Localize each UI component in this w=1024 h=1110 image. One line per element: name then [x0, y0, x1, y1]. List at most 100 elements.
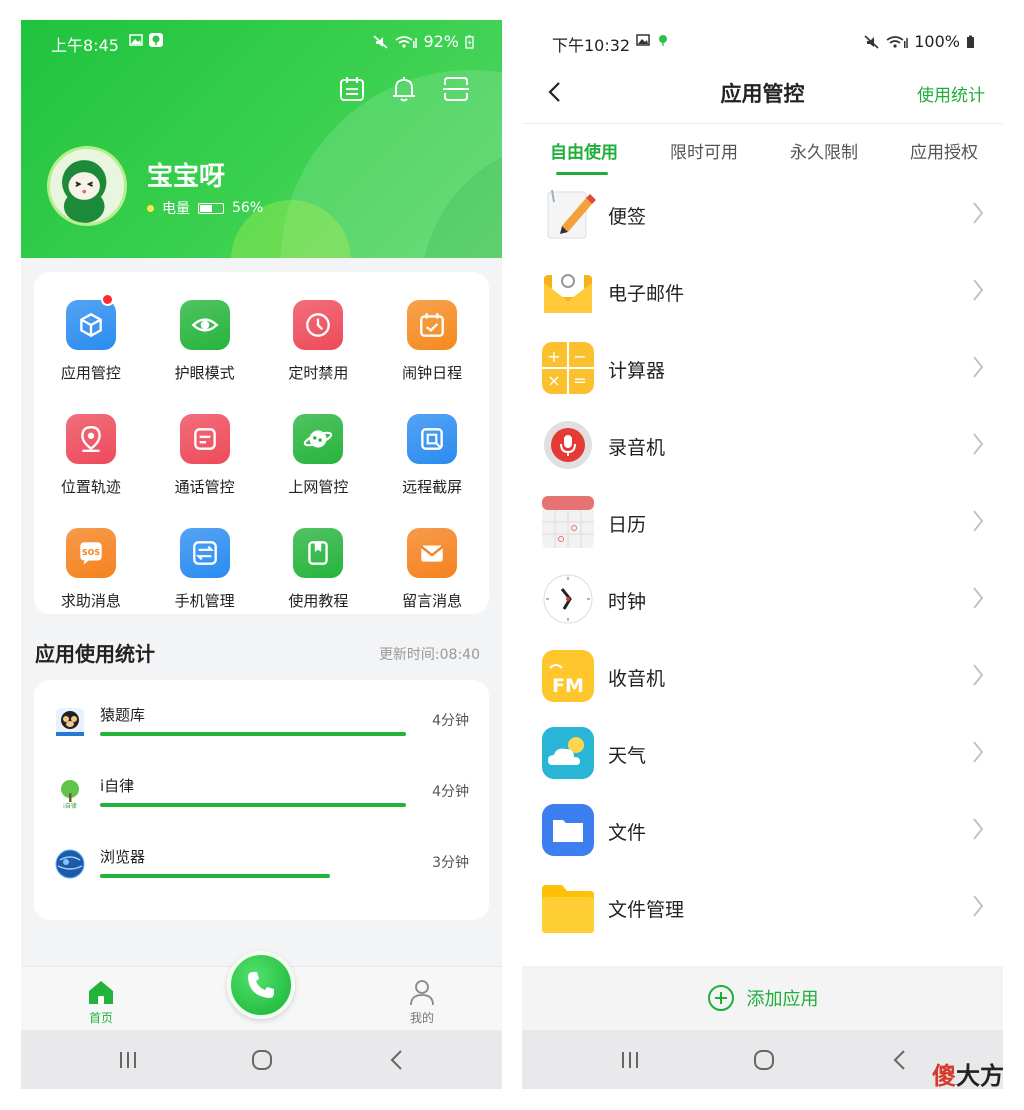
- feature-item[interactable]: 通话管控: [148, 414, 262, 497]
- svg-text:=: =: [573, 371, 586, 390]
- mute-icon: [373, 34, 388, 49]
- planet-icon-glyph: [304, 430, 333, 448]
- usage-stats-link[interactable]: 使用统计: [917, 81, 985, 106]
- scan-button[interactable]: [442, 75, 470, 103]
- feature-item[interactable]: 位置轨迹: [34, 414, 148, 497]
- usage-time: 4分钟: [432, 713, 469, 729]
- app-row[interactable]: + − × = 计算器: [522, 332, 1003, 409]
- usage-bar-track: [100, 732, 406, 736]
- tab-mine[interactable]: 我的: [392, 977, 452, 1026]
- feature-label: 留言消息: [402, 592, 463, 610]
- app-list: 便签 电子邮件 + − × = 计算器 录音机 日历 时钟 FM 收音机 天气 文件 …: [522, 178, 1003, 968]
- chevron-right-icon: [973, 895, 984, 917]
- calendar-button[interactable]: [338, 75, 366, 103]
- feature-item[interactable]: 远程截屏: [375, 414, 489, 497]
- app-row[interactable]: 电子邮件: [522, 255, 1003, 332]
- feature-label: 通话管控: [174, 478, 235, 496]
- feature-item[interactable]: 手机管理: [148, 528, 262, 611]
- app-row[interactable]: 时钟: [522, 563, 1003, 640]
- tab-permanent-limit[interactable]: 永久限制: [790, 138, 858, 163]
- plus-circle-icon: [707, 985, 734, 1011]
- feature-item[interactable]: 定时禁用: [262, 300, 376, 383]
- status-notification-icons: [129, 33, 163, 47]
- device-battery: 电量 56%: [147, 198, 263, 218]
- email-icon: [544, 267, 592, 313]
- clock-icon: [293, 300, 344, 350]
- app-row[interactable]: FM 收音机: [522, 640, 1003, 717]
- usage-updated-time: 更新时间:08:40: [378, 647, 480, 663]
- battery-icon: [967, 35, 974, 48]
- battery-level-icon: [198, 202, 224, 214]
- app-row[interactable]: 天气: [522, 717, 1003, 794]
- feature-item[interactable]: SOS 求助消息: [34, 528, 148, 611]
- folder-icon: [542, 885, 594, 933]
- add-app-button[interactable]: 添加应用: [522, 966, 1003, 1030]
- user-icon: [410, 980, 434, 1006]
- usage-bar-track: [100, 803, 406, 807]
- notification-badge: [101, 293, 114, 306]
- app-name: 计算器: [608, 360, 666, 382]
- svg-text:FM: FM: [552, 675, 584, 697]
- usage-row[interactable]: i自律 i自律 4分钟: [34, 777, 489, 837]
- sos-icon: SOS: [65, 528, 116, 578]
- profile-header: 上午8:45 92% 宝宝呀 电量 56%: [21, 20, 502, 258]
- avatar[interactable]: [47, 146, 127, 226]
- home-nav-icon[interactable]: [250, 1048, 274, 1072]
- tab-free-use[interactable]: 自由使用: [550, 138, 618, 163]
- active-tab-indicator: [556, 172, 608, 175]
- feature-item[interactable]: 应用管控: [34, 293, 148, 383]
- feature-label: 求助消息: [60, 592, 121, 610]
- planet-icon: [293, 414, 344, 464]
- usage-row[interactable]: 猿题库 4分钟: [34, 706, 489, 766]
- status-right: 92%: [373, 32, 474, 51]
- battery-value: 56%: [232, 200, 264, 216]
- app-row[interactable]: 日历: [522, 486, 1003, 563]
- svg-text:i自律: i自律: [63, 802, 77, 809]
- transfer-icon: [179, 528, 230, 578]
- app-name: 便签: [608, 206, 647, 228]
- app-row[interactable]: 文件管理: [522, 871, 1003, 948]
- watermark-red: 傻: [932, 1062, 956, 1090]
- tab-app-authorization[interactable]: 应用授权: [910, 138, 978, 163]
- status-time: 下午10:32: [552, 36, 631, 55]
- eye-icon: [179, 300, 230, 350]
- feature-item[interactable]: 护眼模式: [148, 300, 262, 383]
- tab-time-limited[interactable]: 限时可用: [670, 138, 738, 163]
- wifi-signal-icon: [886, 35, 909, 48]
- usage-section-title: 应用使用统计: [35, 642, 155, 666]
- watermark-black: 大方: [956, 1062, 1004, 1090]
- weather-icon: [542, 727, 594, 779]
- feature-item[interactable]: 留言消息: [375, 528, 489, 611]
- notification-button[interactable]: [390, 75, 418, 103]
- svg-text:SOS: SOS: [82, 548, 101, 557]
- status-notification-icons: [636, 33, 670, 47]
- app-row[interactable]: 便签: [522, 178, 1003, 255]
- recent-apps-icon[interactable]: [116, 1048, 140, 1072]
- feature-item[interactable]: 使用教程: [262, 528, 376, 611]
- status-bar: 上午8:45 92%: [21, 20, 502, 64]
- calendar-icon: [542, 496, 594, 548]
- feature-grid-card: 应用管控 护眼模式 定时禁用 闹钟日程 位置轨迹 通话管控 上网管控 远程截屏 …: [34, 272, 489, 614]
- feature-item[interactable]: 闹钟日程: [375, 300, 489, 383]
- home-nav-icon[interactable]: [752, 1048, 776, 1072]
- feature-label: 远程截屏: [402, 478, 463, 496]
- status-time: 上午8:45: [51, 36, 119, 55]
- system-nav-bar: [21, 1030, 502, 1089]
- usage-bar: [100, 874, 330, 878]
- tab-home[interactable]: 首页: [71, 977, 131, 1026]
- back-nav-icon[interactable]: [385, 1048, 409, 1072]
- mail-icon-glyph: [420, 545, 444, 562]
- call-button[interactable]: [227, 951, 295, 1019]
- status-right: 100%: [864, 32, 975, 51]
- app-row[interactable]: 文件: [522, 794, 1003, 871]
- status-battery-text: 92%: [423, 32, 459, 51]
- app-row[interactable]: 录音机: [522, 409, 1003, 486]
- app-name: 电子邮件: [608, 283, 685, 305]
- back-nav-icon[interactable]: [888, 1048, 912, 1072]
- transfer-icon-glyph: [192, 541, 217, 565]
- calendar-icon: [340, 77, 364, 101]
- usage-row[interactable]: 浏览器 3分钟: [34, 848, 489, 908]
- feature-item[interactable]: 上网管控: [262, 414, 376, 497]
- status-battery-text: 100%: [914, 32, 960, 51]
- recent-apps-icon[interactable]: [618, 1048, 642, 1072]
